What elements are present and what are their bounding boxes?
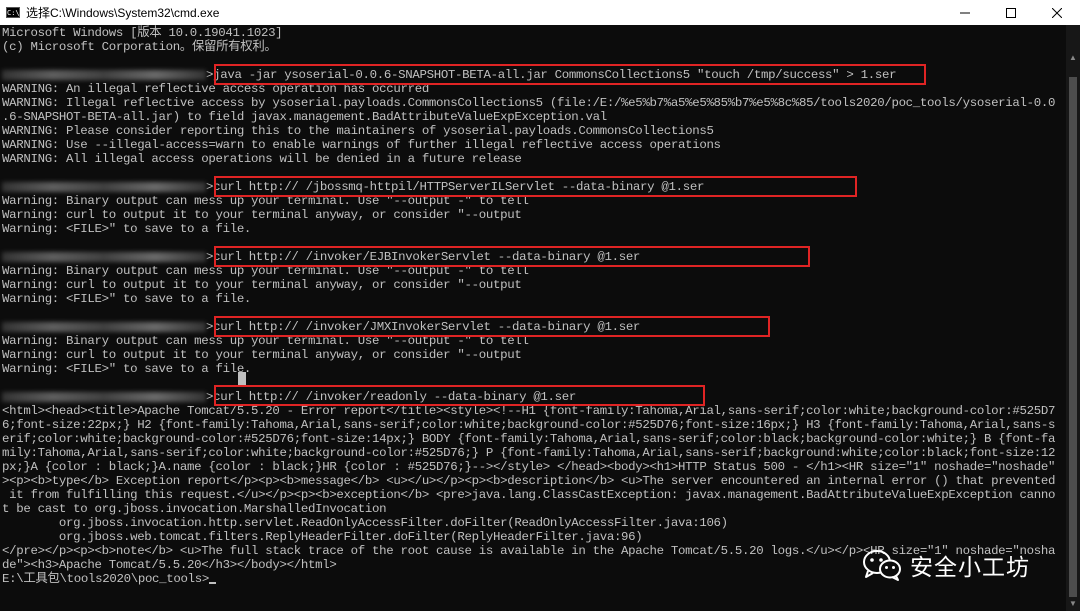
cmd-window: C:\ 选择C:\Windows\System32\cmd.exe Micros… xyxy=(0,0,1080,611)
highlight-box-java-command xyxy=(214,64,926,85)
console-line: ><p><b>type</b> Exception report</p><p><… xyxy=(2,474,1056,488)
maximize-button[interactable] xyxy=(988,0,1034,25)
highlight-box-curl-readonly xyxy=(214,385,705,406)
console-line: erif;color:white;background-color:#525D7… xyxy=(2,432,1056,446)
close-button[interactable] xyxy=(1034,0,1080,25)
scroll-up-icon[interactable]: ▲ xyxy=(1068,53,1078,63)
watermark-text: 安全小工坊 xyxy=(910,555,1030,581)
console-line: it from fulfilling this request.</u></p>… xyxy=(2,488,1056,502)
console-line: de"><h3>Apache Tomcat/5.5.20</h3></body>… xyxy=(2,558,337,572)
scrollbar-thumb[interactable] xyxy=(1069,77,1077,597)
scroll-down-icon[interactable]: ▼ xyxy=(1068,599,1078,609)
console-line: px;}A {color : black;}A.name {color : bl… xyxy=(2,460,1056,474)
console-line: <html><head><title>Apache Tomcat/5.5.20 … xyxy=(2,404,1056,418)
watermark: 安全小工坊 xyxy=(862,548,1030,582)
redacted-path xyxy=(2,69,206,80)
highlight-box-curl-jmxinvoker xyxy=(214,316,770,337)
prompt-text: E:\工具包\tools2020\poc_tools> xyxy=(2,572,209,586)
text-cursor xyxy=(209,582,216,584)
title-bar[interactable]: C:\ 选择C:\Windows\System32\cmd.exe xyxy=(0,0,1080,25)
console-line: WARNING: Use --illegal-access=warn to en… xyxy=(2,138,721,152)
console-line: org.jboss.invocation.http.servlet.ReadOn… xyxy=(2,516,728,530)
highlight-box-curl-jbossmq xyxy=(214,176,857,197)
redacted-path xyxy=(2,181,206,192)
console-line: Warning: <FILE>" to save to a file. xyxy=(2,292,252,306)
cmd-app-icon[interactable]: C:\ xyxy=(6,7,20,18)
console-line: .6-SNAPSHOT-BETA-all.jar) to field javax… xyxy=(2,110,607,124)
close-icon xyxy=(1052,7,1062,18)
selection-caret xyxy=(238,372,246,385)
console-line: t be cast to org.jboss.invocation.Marsha… xyxy=(2,502,387,516)
highlight-box-curl-ejbinvoker xyxy=(214,246,810,267)
console-line: Microsoft Windows [版本 10.0.19041.1023] xyxy=(2,26,283,40)
console-line: Warning: curl to output it to your termi… xyxy=(2,348,522,362)
minimize-icon xyxy=(960,12,970,13)
maximize-icon xyxy=(1006,7,1016,18)
console-line: WARNING: All illegal access operations w… xyxy=(2,152,522,166)
console-line: Warning: curl to output it to your termi… xyxy=(2,278,522,292)
console-line: (c) Microsoft Corporation。保留所有权利。 xyxy=(2,40,277,54)
console-line: 6;font-size:22px;} H2 {font-family:Tahom… xyxy=(2,418,1056,432)
redacted-path xyxy=(2,251,206,262)
console-line: Warning: <FILE>" to save to a file. xyxy=(2,222,252,236)
console-line: mily:Tahoma,Arial,sans-serif;color:white… xyxy=(2,446,1056,460)
minimize-button[interactable] xyxy=(942,0,988,25)
console-line: WARNING: Please consider reporting this … xyxy=(2,124,714,138)
console-output[interactable]: Microsoft Windows [版本 10.0.19041.1023] (… xyxy=(0,25,1066,611)
console-line: WARNING: Illegal reflective access by ys… xyxy=(2,96,1056,110)
console-line: Warning: <FILE>" to save to a file. xyxy=(2,362,252,376)
redacted-path xyxy=(2,321,206,332)
window-controls xyxy=(942,0,1080,25)
vertical-scrollbar[interactable]: ▲ ▼ xyxy=(1066,25,1080,611)
console-line: E:\工具包\tools2020\poc_tools> xyxy=(2,572,216,586)
console-line: Warning: curl to output it to your termi… xyxy=(2,208,522,222)
redacted-path xyxy=(2,391,206,402)
console-line: org.jboss.web.tomcat.filters.ReplyHeader… xyxy=(2,530,643,544)
wechat-icon xyxy=(863,550,901,581)
window-title: 选择C:\Windows\System32\cmd.exe xyxy=(26,6,220,20)
